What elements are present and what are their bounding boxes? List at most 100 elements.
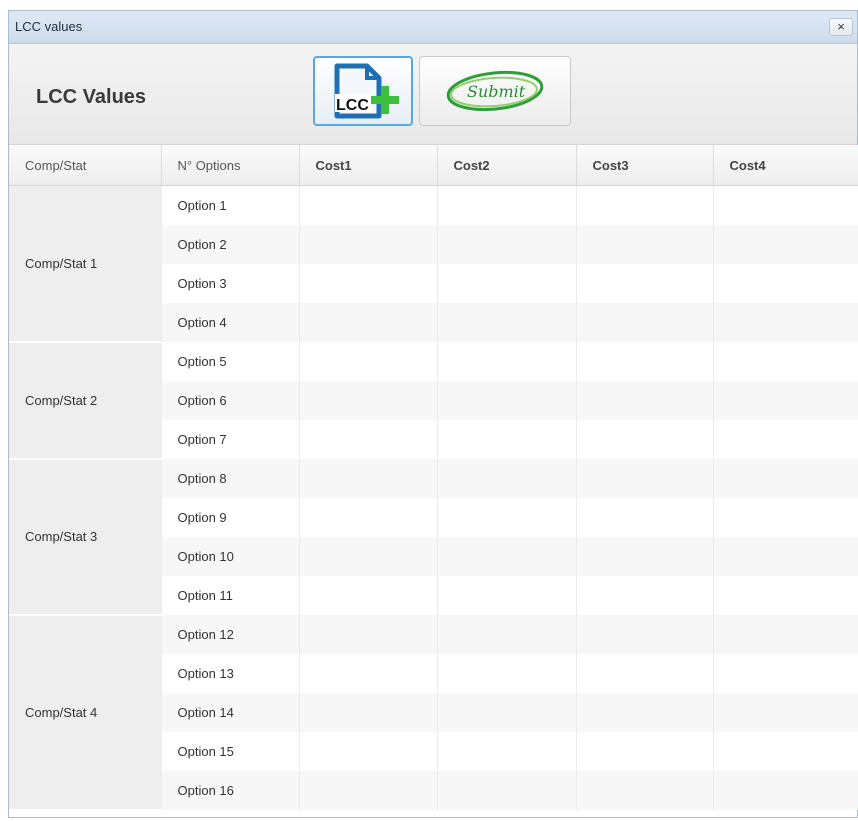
column-header-comp-stat[interactable]: Comp/Stat	[9, 145, 162, 186]
option-cell: Option 6	[161, 380, 300, 420]
cost4-cell[interactable]	[713, 692, 858, 732]
cost2-cell[interactable]	[437, 731, 577, 771]
cost2-cell[interactable]	[437, 302, 577, 342]
option-cell: Option 3	[161, 263, 300, 303]
cost2-cell[interactable]	[437, 185, 577, 225]
cost2-cell[interactable]	[437, 341, 577, 381]
cost4-cell[interactable]	[713, 770, 858, 810]
cost3-cell[interactable]	[576, 380, 714, 420]
cost1-cell[interactable]	[299, 614, 438, 654]
cost2-cell[interactable]	[437, 224, 577, 264]
cost2-cell[interactable]	[437, 575, 577, 615]
cost4-cell[interactable]	[713, 497, 858, 537]
lcc-values-dialog: LCC values × LCC Values LCC Submit Comp/…	[8, 10, 858, 818]
cost1-cell[interactable]	[299, 770, 438, 810]
cost1-cell[interactable]	[299, 458, 438, 498]
column-header-cost1[interactable]: Cost1	[299, 145, 438, 186]
cost4-cell[interactable]	[713, 458, 858, 498]
cost4-cell[interactable]	[713, 653, 858, 693]
option-cell: Option 4	[161, 302, 300, 342]
cost2-cell[interactable]	[437, 692, 577, 732]
cost3-cell[interactable]	[576, 419, 714, 459]
submit-button[interactable]: Submit	[419, 56, 571, 126]
cost3-cell[interactable]	[576, 185, 714, 225]
column-header-cost4[interactable]: Cost4	[713, 145, 858, 186]
submit-icon: Submit	[446, 70, 544, 112]
option-cell: Option 5	[161, 341, 300, 381]
cost1-cell[interactable]	[299, 692, 438, 732]
table-row: Comp/Stat 3 Option 8	[9, 458, 858, 616]
table-row: Comp/Stat 1 Option 1	[9, 185, 858, 343]
cost1-cell[interactable]	[299, 731, 438, 771]
cost1-cell[interactable]	[299, 302, 438, 342]
table-row: Comp/Stat 2 Option 5	[9, 341, 858, 460]
table-header-row: Comp/Stat N° Options Cost1 Cost2 Cost3 C…	[9, 145, 858, 186]
cost1-cell[interactable]	[299, 185, 438, 225]
cost3-cell[interactable]	[576, 497, 714, 537]
cost3-cell[interactable]	[576, 614, 714, 654]
cost4-cell[interactable]	[713, 575, 858, 615]
cost3-cell[interactable]	[576, 536, 714, 576]
cost3-cell[interactable]	[576, 263, 714, 303]
cost3-cell[interactable]	[576, 653, 714, 693]
cost3-cell[interactable]	[576, 458, 714, 498]
cost2-cell[interactable]	[437, 770, 577, 810]
cost2-cell[interactable]	[437, 380, 577, 420]
cost3-cell[interactable]	[576, 341, 714, 381]
cost4-cell[interactable]	[713, 380, 858, 420]
cost4-cell[interactable]	[713, 341, 858, 381]
cost3-cell[interactable]	[576, 302, 714, 342]
cost1-cell[interactable]	[299, 263, 438, 303]
close-button[interactable]: ×	[829, 18, 853, 36]
comp-stat-cell: Comp/Stat 3	[9, 458, 162, 616]
option-cell: Option 7	[161, 419, 300, 459]
cost4-cell[interactable]	[713, 536, 858, 576]
cost2-cell[interactable]	[437, 497, 577, 537]
cost1-cell[interactable]	[299, 419, 438, 459]
table-row: Comp/Stat 4 Option 12	[9, 614, 858, 811]
comp-stat-cell: Comp/Stat 1	[9, 185, 162, 343]
lcc-add-icon: LCC	[334, 63, 399, 119]
cost3-cell[interactable]	[576, 770, 714, 810]
table-body: Comp/Stat 1 Option 1 Option 2 Option 3 Optio…	[9, 185, 858, 811]
cost2-cell[interactable]	[437, 458, 577, 498]
cost3-cell[interactable]	[576, 224, 714, 264]
cost1-cell[interactable]	[299, 380, 438, 420]
cost4-cell[interactable]	[713, 302, 858, 342]
cost1-cell[interactable]	[299, 224, 438, 264]
cost3-cell[interactable]	[576, 575, 714, 615]
cost1-cell[interactable]	[299, 653, 438, 693]
cost4-cell[interactable]	[713, 263, 858, 303]
cost1-cell[interactable]	[299, 575, 438, 615]
toolbar: LCC Values LCC Submit	[9, 44, 857, 145]
cost2-cell[interactable]	[437, 614, 577, 654]
option-cell: Option 2	[161, 224, 300, 264]
cost2-cell[interactable]	[437, 653, 577, 693]
column-header-cost3[interactable]: Cost3	[576, 145, 714, 186]
cost4-cell[interactable]	[713, 185, 858, 225]
cost3-cell[interactable]	[576, 731, 714, 771]
cost2-cell[interactable]	[437, 263, 577, 303]
cost4-cell[interactable]	[713, 224, 858, 264]
cost4-cell[interactable]	[713, 614, 858, 654]
submit-icon-label: Submit	[467, 82, 526, 101]
cost2-cell[interactable]	[437, 419, 577, 459]
column-header-options[interactable]: N° Options	[161, 145, 300, 186]
option-cell: Option 8	[161, 458, 300, 498]
comp-stat-cell: Comp/Stat 2	[9, 341, 162, 460]
option-cell: Option 14	[161, 692, 300, 732]
column-header-cost2[interactable]: Cost2	[437, 145, 577, 186]
cost1-cell[interactable]	[299, 341, 438, 381]
cost2-cell[interactable]	[437, 536, 577, 576]
option-cell: Option 12	[161, 614, 300, 654]
dialog-title: LCC values	[15, 19, 83, 34]
add-lcc-button[interactable]: LCC	[313, 56, 413, 126]
cost4-cell[interactable]	[713, 419, 858, 459]
cost4-cell[interactable]	[713, 731, 858, 771]
cost3-cell[interactable]	[576, 692, 714, 732]
page-title: LCC Values	[36, 86, 147, 108]
lcc-icon-label: LCC	[336, 97, 369, 114]
cost1-cell[interactable]	[299, 536, 438, 576]
cost1-cell[interactable]	[299, 497, 438, 537]
option-cell: Option 13	[161, 653, 300, 693]
